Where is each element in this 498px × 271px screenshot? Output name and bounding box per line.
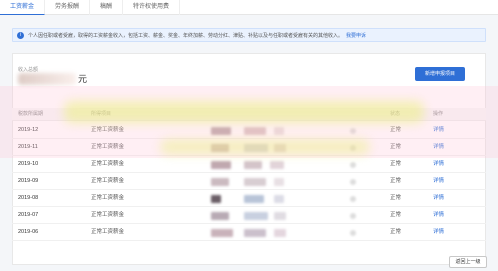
period-cell: 2019-10 — [18, 161, 39, 167]
type-cell: 正常工资薪金 — [91, 178, 125, 184]
table-row: 2019-08 正常工资薪金 正常 详情 — [12, 190, 486, 207]
tab-salary[interactable]: 工资薪金 — [0, 0, 46, 15]
redacted-value — [244, 161, 262, 169]
table-row: 2019-07 正常工资薪金 正常 详情 — [12, 207, 486, 224]
redacted-value — [274, 212, 286, 220]
type-cell: 正常工资薪金 — [91, 229, 125, 235]
blurred-amount — [18, 73, 76, 85]
redacted-value — [211, 178, 229, 186]
redacted-value — [244, 212, 268, 220]
table-row: 2019-11 正常工资薪金 正常 详情 — [12, 139, 486, 156]
type-cell: 正常工资薪金 — [91, 161, 125, 167]
redacted-dot — [350, 196, 356, 202]
detail-link[interactable]: 详情 — [433, 224, 444, 241]
detail-link[interactable]: 详情 — [433, 190, 444, 207]
period-cell: 2019-08 — [18, 195, 39, 201]
detail-link[interactable]: 详情 — [433, 156, 444, 173]
col-action: 操作 — [433, 111, 444, 117]
appeal-link[interactable]: 我要申诉 — [346, 32, 366, 39]
currency-unit: 元 — [78, 74, 88, 84]
income-total-label: 收入总额 — [18, 67, 39, 73]
redacted-dot — [350, 230, 356, 236]
type-cell: 正常工资薪金 — [91, 212, 125, 218]
detail-link[interactable]: 详情 — [433, 122, 444, 139]
redacted-dot — [350, 213, 356, 219]
table-row: 2019-06 正常工资薪金 正常 详情 — [12, 224, 486, 241]
info-icon: i — [17, 31, 24, 39]
status-cell: 正常 — [390, 195, 402, 201]
redacted-value — [211, 127, 231, 135]
type-cell: 正常工资薪金 — [91, 144, 125, 150]
redacted-value — [244, 195, 264, 203]
status-cell: 正常 — [390, 178, 402, 184]
redacted-value — [274, 178, 284, 186]
col-period: 税款所属期 — [18, 111, 44, 117]
table-row: 2019-10 正常工资薪金 正常 详情 — [12, 156, 486, 173]
period-cell: 2019-11 — [18, 144, 38, 150]
redacted-value — [270, 161, 284, 169]
redacted-value — [274, 144, 286, 152]
detail-link[interactable]: 详情 — [433, 173, 444, 190]
redacted-value — [244, 127, 266, 135]
col-type: 所得项目 — [91, 111, 112, 117]
status-cell: 正常 — [390, 161, 402, 167]
redacted-value — [211, 212, 229, 220]
redacted-value — [211, 144, 229, 152]
redacted-value — [211, 229, 233, 237]
redacted-dot — [350, 179, 356, 185]
redacted-value — [274, 229, 286, 237]
period-cell: 2019-12 — [18, 127, 39, 133]
notice-text: 个人因任职或者受雇，取得的工资薪金收入，包括工资、薪金、奖金、年终加薪、劳动分红… — [28, 32, 344, 39]
period-cell: 2019-07 — [18, 212, 39, 218]
status-cell: 正常 — [390, 229, 402, 235]
period-cell: 2019-09 — [18, 178, 39, 184]
redacted-value — [274, 127, 284, 135]
redacted-value — [211, 161, 231, 169]
status-cell: 正常 — [390, 144, 402, 150]
redacted-value — [244, 144, 268, 152]
table-row: 2019-12 正常工资薪金 正常 详情 — [12, 122, 486, 139]
income-total-amount: 元 — [18, 73, 90, 85]
type-cell: 正常工资薪金 — [91, 195, 125, 201]
redacted-dot — [350, 145, 356, 151]
redacted-value — [274, 195, 284, 203]
tab-royalties[interactable]: 特许权使用费 — [123, 0, 181, 15]
status-cell: 正常 — [390, 212, 402, 218]
redacted-value — [244, 178, 266, 186]
period-cell: 2019-06 — [18, 229, 39, 235]
detail-link[interactable]: 详情 — [433, 139, 444, 156]
redacted-dot — [350, 128, 356, 134]
add-declaration-button[interactable]: 新增申报项目 — [415, 67, 465, 81]
tab-author-remuneration[interactable]: 稿酬 — [90, 0, 124, 15]
status-cell: 正常 — [390, 127, 402, 133]
col-status: 状态 — [390, 111, 401, 117]
info-notice: i 个人因任职或者受雇，取得的工资薪金收入，包括工资、薪金、奖金、年终加薪、劳动… — [12, 28, 486, 42]
redacted-value — [211, 195, 221, 203]
tab-labor-remuneration[interactable]: 劳务报酬 — [45, 0, 91, 15]
back-button[interactable]: 返回上一级 — [449, 256, 487, 268]
type-cell: 正常工资薪金 — [91, 127, 125, 133]
table-header: 税款所属期 所得项目 状态 操作 — [12, 108, 486, 121]
table-row: 2019-09 正常工资薪金 正常 详情 — [12, 173, 486, 190]
redacted-value — [244, 229, 266, 237]
redacted-dot — [350, 162, 356, 168]
detail-link[interactable]: 详情 — [433, 207, 444, 224]
income-type-tabs: 工资薪金 劳务报酬 稿酬 特许权使用费 — [0, 0, 498, 15]
